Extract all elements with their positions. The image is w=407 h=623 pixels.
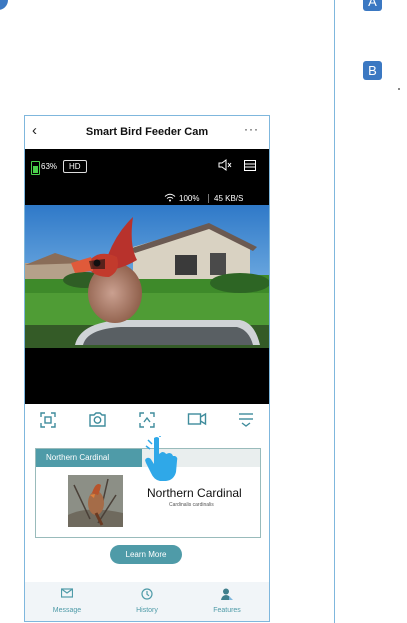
tab-history[interactable]: History — [107, 582, 187, 621]
bird-scientific-name: Cardinalis cardinalis — [169, 502, 214, 508]
tab-history-label: History — [136, 607, 158, 614]
signal-strength: 100% — [179, 194, 200, 203]
corner-step-badge — [0, 0, 8, 10]
tap-hand-icon — [145, 436, 178, 481]
live-video-panel: 63% HD 100% 45 KB/S — [25, 149, 269, 404]
fullscreen-icon[interactable] — [244, 160, 256, 171]
bird-thumbnail — [68, 475, 123, 527]
stream-speed: 45 KB/S — [214, 194, 244, 203]
ai-identify-icon[interactable] — [138, 411, 156, 429]
battery-icon — [31, 161, 40, 175]
bird-name: Northern Cardinal — [147, 486, 242, 500]
more-horizontal-icon[interactable]: ··· — [244, 122, 259, 136]
tab-message[interactable]: Message — [27, 582, 107, 621]
page-title: Smart Bird Feeder Cam — [85, 126, 209, 138]
step-badge-b: B — [363, 61, 382, 80]
status-separator — [208, 194, 209, 203]
wifi-icon — [164, 193, 176, 202]
card-header: Northern Cardinal — [36, 449, 142, 467]
bird-camera-image — [25, 205, 269, 348]
phone-screen: ‹ Smart Bird Feeder Cam ··· 63% HD 100% … — [24, 115, 270, 622]
video-record-icon[interactable] — [187, 411, 207, 427]
step-marker — [398, 88, 400, 90]
clock-icon — [141, 588, 153, 600]
battery-level: 63% — [41, 162, 58, 171]
learn-more-button[interactable]: Learn More — [110, 545, 182, 564]
column-divider — [334, 0, 335, 623]
menu-lines-icon[interactable] — [237, 411, 255, 427]
bottom-tab-bar: Message History Features — [25, 582, 269, 621]
person-icon — [221, 588, 233, 600]
app-header: ‹ Smart Bird Feeder Cam ··· — [25, 116, 269, 149]
camera-icon[interactable] — [88, 411, 107, 428]
envelope-icon — [61, 588, 73, 598]
step-badge-a: A — [363, 0, 382, 11]
screenshot-frame-icon[interactable] — [39, 411, 57, 429]
tab-message-label: Message — [52, 607, 82, 614]
tab-features-label: Features — [213, 607, 241, 614]
speaker-mute-icon[interactable] — [218, 159, 232, 171]
tab-features[interactable]: Features — [187, 582, 267, 621]
quality-toggle[interactable]: HD — [63, 160, 87, 173]
